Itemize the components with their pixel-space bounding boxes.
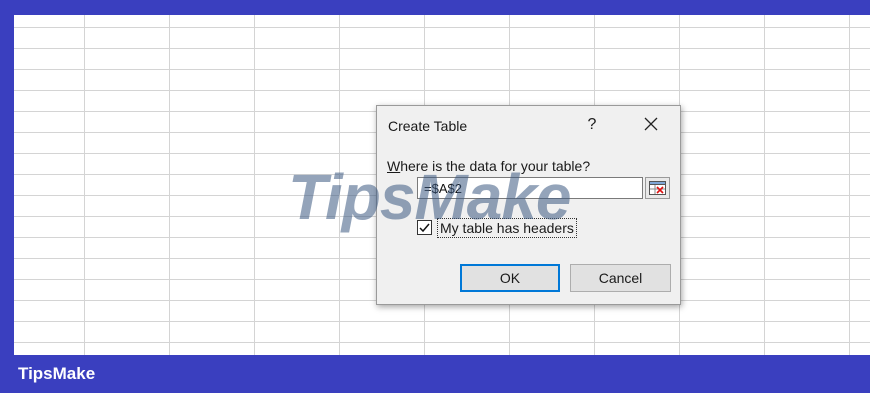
help-button[interactable]: ? bbox=[583, 116, 601, 134]
cancel-button[interactable]: Cancel bbox=[570, 264, 671, 292]
range-input[interactable] bbox=[417, 177, 643, 199]
frame-left-border bbox=[0, 0, 14, 393]
headers-checkbox-label[interactable]: My table has headers bbox=[437, 218, 577, 238]
footer-brand: TipsMake bbox=[18, 364, 96, 383]
prompt-text: here is the data for your table? bbox=[400, 158, 591, 174]
prompt-accelerator: W bbox=[387, 158, 401, 174]
frame-top-border bbox=[0, 0, 870, 15]
ok-button[interactable]: OK bbox=[460, 264, 560, 292]
footer-bar: TipsMake bbox=[0, 355, 870, 393]
range-collapse-button[interactable] bbox=[645, 177, 670, 199]
headers-checkbox[interactable] bbox=[417, 220, 432, 235]
dialog-title: Create Table bbox=[388, 118, 468, 134]
close-icon bbox=[639, 111, 663, 137]
range-prompt-label: Where is the data for your table? bbox=[387, 158, 590, 174]
close-button[interactable] bbox=[639, 111, 663, 137]
create-table-dialog: Create Table ? Where is the data for you… bbox=[376, 105, 681, 305]
range-collapse-icon bbox=[646, 181, 669, 195]
